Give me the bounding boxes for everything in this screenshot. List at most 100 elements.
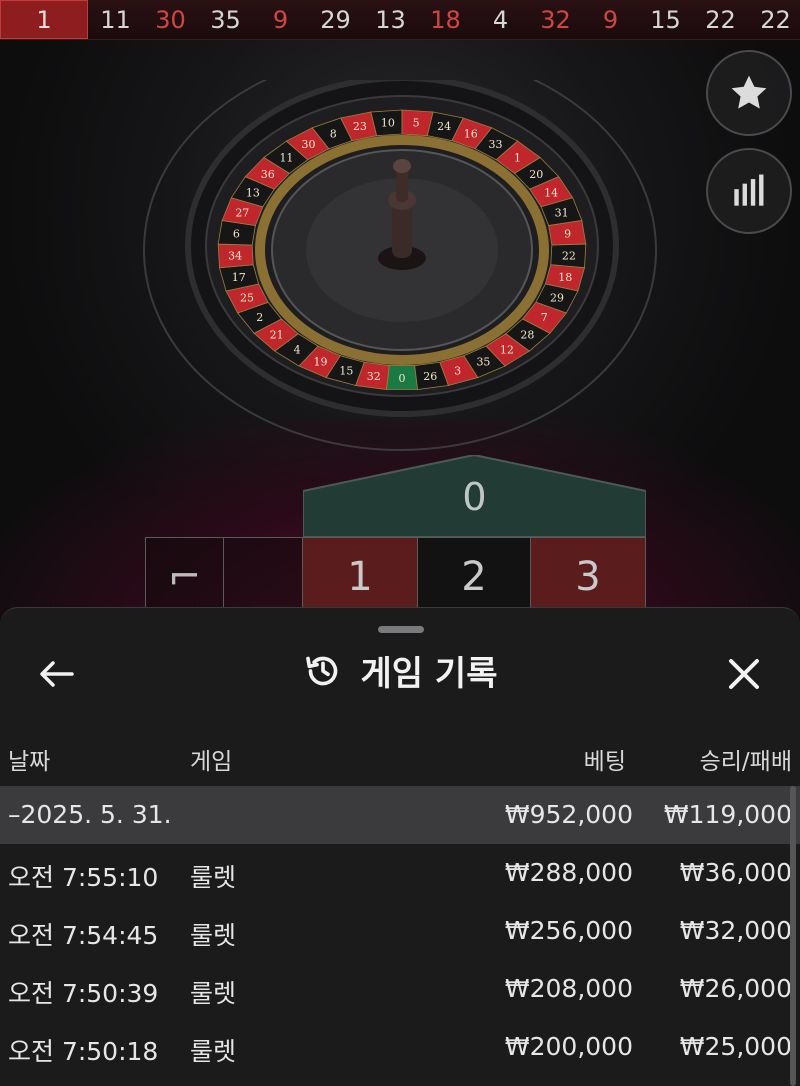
date-group-bet-total: ₩952,000 (504, 800, 633, 829)
table-row[interactable]: 오전 7:50:39 룰렛 ₩208,000 ₩26,000 (0, 960, 800, 1018)
row-game: 룰렛 (190, 979, 237, 1008)
recent-result: 22 (705, 5, 736, 34)
wheel-pocket-number: 0 (399, 372, 406, 385)
recent-result: 29 (320, 5, 351, 34)
row-time: 오전 7:50:39 (8, 979, 159, 1008)
wheel-pocket-number: 28 (520, 329, 534, 342)
wheel-pocket-number: 12 (500, 344, 514, 357)
recent-result: 35 (210, 5, 241, 34)
row-bet: ₩200,000 (504, 1032, 633, 1061)
column-header-win-loss: 승리/패배 (699, 749, 792, 775)
row-game: 룰렛 (190, 1037, 237, 1066)
bet-empty-cell[interactable] (223, 537, 303, 617)
wheel-pocket-number: 17 (232, 271, 246, 284)
wheel-pocket-number: 25 (240, 292, 254, 305)
bet-column-glyph: ⌐ (167, 554, 202, 600)
recent-result: 18 (430, 5, 461, 34)
close-button[interactable] (722, 654, 766, 694)
row-win-loss: ₩26,000 (679, 974, 792, 1003)
recent-result: 13 (375, 5, 406, 34)
wheel-pocket-number: 24 (437, 120, 451, 133)
date-group-label: –2025. 5. 31. (8, 800, 172, 829)
wheel-pocket-number: 6 (233, 228, 240, 241)
bet-zero-label: 0 (462, 475, 487, 519)
sheet-title: 게임 기록 (360, 654, 498, 694)
wheel-pocket-number: 26 (423, 370, 437, 383)
sheet-title-group: 게임 기록 (0, 646, 800, 695)
recent-result: 9 (272, 5, 289, 34)
wheel-pocket-number: 30 (301, 138, 315, 151)
row-time: 오전 7:55:10 (8, 863, 159, 892)
wheel-pocket-number: 33 (489, 138, 503, 151)
wheel-pocket-number: 15 (339, 365, 353, 378)
row-game: 룰렛 (190, 921, 237, 950)
recent-result: 22 (760, 5, 791, 34)
bar-chart-icon (734, 174, 764, 206)
row-win-loss: ₩25,000 (679, 1032, 792, 1061)
wheel-pocket-number: 32 (367, 370, 381, 383)
wheel-pocket-number: 19 (314, 356, 328, 369)
wheel-pocket-number: 10 (381, 116, 395, 129)
wheel-pocket-number: 8 (330, 127, 337, 140)
wheel-pocket-number: 7 (541, 311, 548, 324)
bet-row: ⌐ 1 2 3 (0, 537, 800, 617)
row-time: 오전 7:54:45 (8, 921, 159, 950)
column-header-date: 날짜 (8, 749, 51, 775)
recent-result: 32 (540, 5, 571, 34)
wheel-pocket-number: 2 (256, 311, 263, 324)
wheel-pocket-number: 14 (544, 186, 558, 199)
recent-result: 9 (602, 5, 619, 34)
recent-result: 4 (492, 5, 509, 34)
wheel-pocket-number: 18 (558, 271, 572, 284)
wheel-pocket-number: 5 (413, 116, 420, 129)
wheel-pocket-number: 11 (279, 152, 293, 165)
scrollbar[interactable] (790, 786, 796, 1086)
date-group-win-total: ₩119,000 (663, 800, 792, 829)
recent-result: 1 (0, 0, 88, 39)
column-header-game: 게임 (190, 749, 233, 775)
sheet-header: 게임 기록 (0, 638, 800, 708)
bet-number-2[interactable]: 2 (417, 537, 531, 617)
wheel-pocket-number: 13 (246, 186, 260, 199)
close-icon (729, 659, 759, 689)
wheel-pocket-number: 35 (476, 356, 490, 369)
wheel-pocket-number: 16 (464, 127, 478, 140)
row-bet: ₩256,000 (504, 916, 633, 945)
wheel-pocket-number: 3 (454, 365, 461, 378)
favorite-button[interactable] (706, 50, 792, 136)
wheel-pocket-number: 29 (550, 292, 564, 305)
row-time: 오전 7:50:18 (8, 1037, 159, 1066)
recent-result: 30 (155, 5, 186, 34)
history-icon (305, 656, 337, 685)
wheel-pocket-number: 4 (294, 344, 301, 357)
wheel-pocket-number: 21 (270, 329, 284, 342)
table-row[interactable]: 오전 7:55:10 룰렛 ₩288,000 ₩36,000 (0, 844, 800, 902)
wheel-pocket-number: 9 (564, 228, 571, 241)
bet-number-1[interactable]: 1 (302, 537, 418, 617)
row-win-loss: ₩36,000 (679, 858, 792, 887)
roulette-wheel: 0321519421225173462713361130823 10 5 241633… (143, 80, 657, 451)
recent-results-strip: 1 11 30 35 9 29 13 18 4 32 9 15 22 22 (0, 0, 800, 40)
row-win-loss: ₩32,000 (679, 916, 792, 945)
history-table: –2025. 5. 31. ₩952,000 ₩119,000 오전 7:55:… (0, 786, 800, 1076)
wheel-pocket-number: 31 (555, 207, 569, 220)
date-group-row[interactable]: –2025. 5. 31. ₩952,000 ₩119,000 (0, 786, 800, 844)
game-history-sheet: 게임 기록 날짜 게임 베팅 승리/패배 –2025. 5. 31. ₩952,… (0, 607, 800, 1086)
sheet-drag-handle[interactable] (378, 626, 424, 633)
statistics-button[interactable] (706, 148, 792, 234)
wheel-pocket-number: 23 (353, 120, 367, 133)
bet-column-cell[interactable]: ⌐ (145, 537, 224, 617)
recent-result: 15 (650, 5, 681, 34)
wheel-pocket-number: 22 (562, 249, 576, 262)
wheel-pocket-number: 34 (228, 249, 242, 262)
table-row[interactable]: 오전 7:50:18 룰렛 ₩200,000 ₩25,000 (0, 1018, 800, 1076)
column-header-bet: 베팅 (583, 749, 626, 775)
row-bet: ₩288,000 (504, 858, 633, 887)
wheel-pocket-number: 1 (514, 152, 521, 165)
table-row[interactable]: 오전 7:54:45 룰렛 ₩256,000 ₩32,000 (0, 902, 800, 960)
row-bet: ₩208,000 (504, 974, 633, 1003)
row-game: 룰렛 (190, 863, 237, 892)
recent-result: 11 (100, 5, 131, 34)
bet-number-3[interactable]: 3 (530, 537, 646, 617)
wheel-pocket-number: 27 (235, 207, 249, 220)
